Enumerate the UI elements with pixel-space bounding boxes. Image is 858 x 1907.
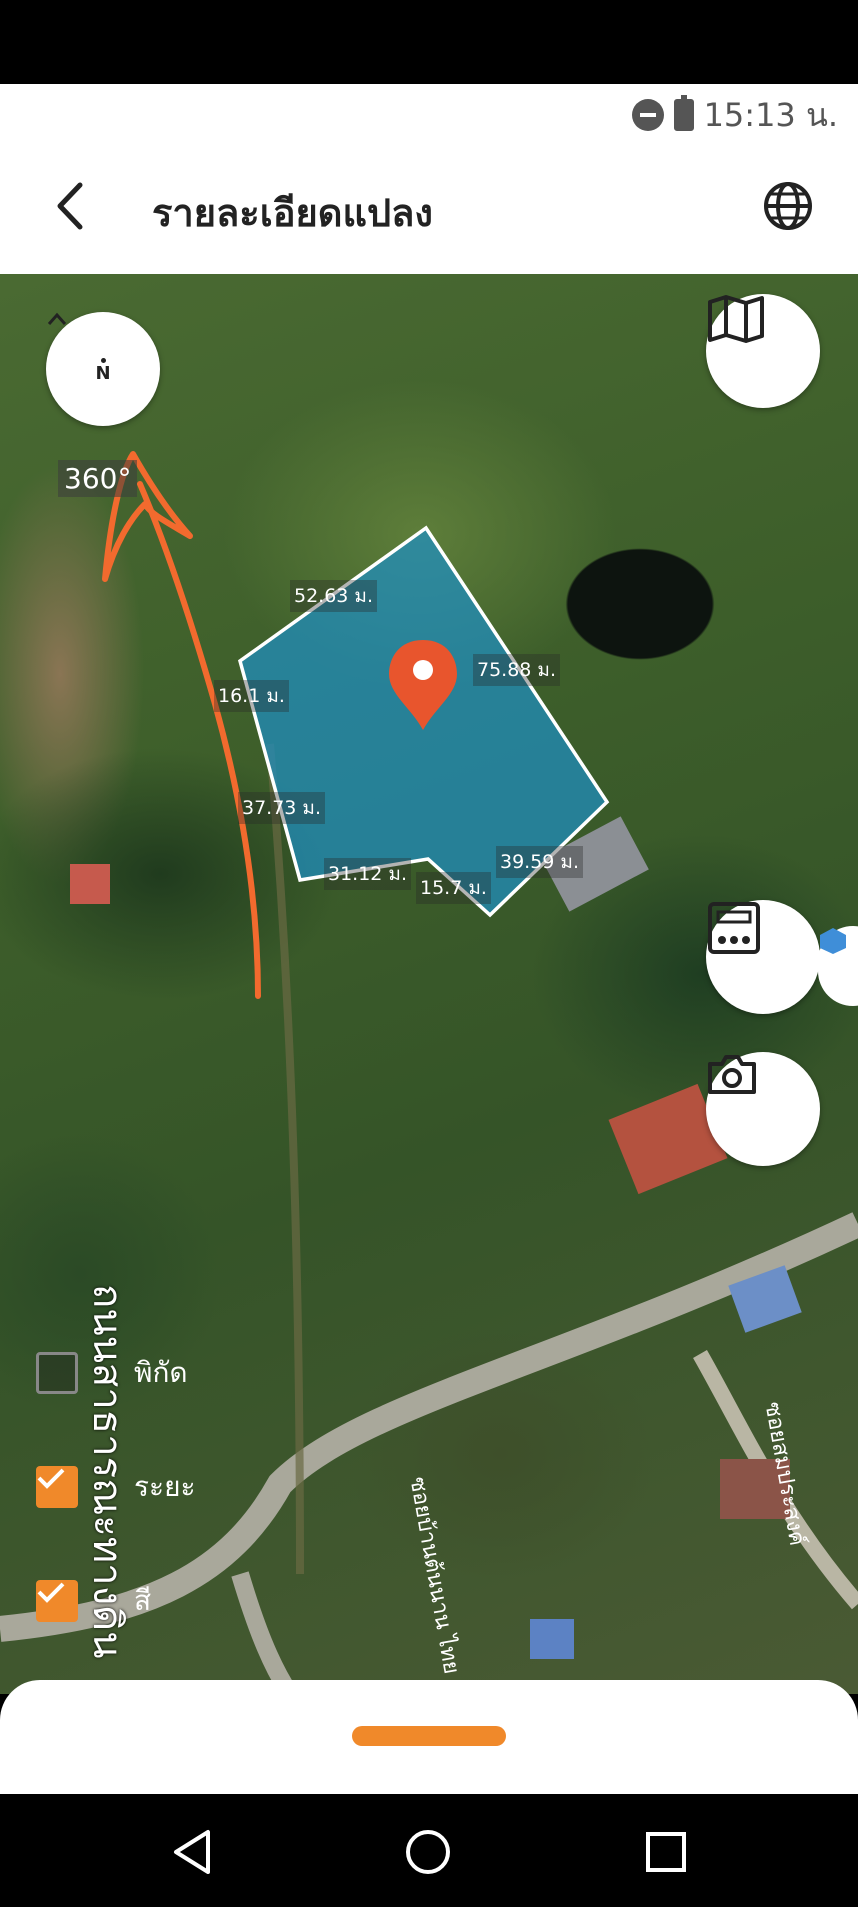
layer-toggle-color[interactable]: สี (36, 1580, 151, 1622)
app-header: รายละเอียดแปลง (0, 146, 858, 274)
toggle-label-color: สี (134, 1584, 152, 1617)
home-circle-icon (406, 1830, 450, 1874)
toggle-label-distance: ระยะ (134, 1470, 196, 1503)
nav-recents-button[interactable] (636, 1822, 696, 1882)
nav-back-button[interactable] (162, 1822, 222, 1882)
calculator-icon (708, 902, 760, 954)
camera-button[interactable] (706, 1052, 820, 1166)
map-type-button[interactable] (706, 294, 820, 408)
layer-toggle-distance[interactable]: ระยะ (36, 1466, 196, 1508)
checkbox-color[interactable] (36, 1580, 78, 1622)
road-label-main: ถนนสาธารณะทางดิน (84, 1284, 130, 1659)
toggle-label-coordinates: พิกัด (134, 1356, 188, 1389)
do-not-disturb-icon (631, 99, 664, 131)
map-icon (708, 295, 764, 343)
compass-dot (100, 357, 106, 363)
side-road-path (231, 1571, 298, 1694)
bottom-sheet[interactable] (0, 1680, 858, 1794)
compass-north-label: N (95, 362, 111, 384)
layer-toggle-coordinates[interactable]: พิกัด (36, 1352, 188, 1394)
plot-side-length: 15.7 ม. (416, 872, 491, 904)
checkbox-coordinates[interactable] (36, 1352, 78, 1394)
compass-button[interactable]: N (46, 312, 160, 426)
building-roof (530, 1619, 574, 1659)
building-roof (70, 864, 110, 904)
back-button[interactable] (40, 176, 100, 236)
nav-home-button[interactable] (398, 1822, 458, 1882)
recents-square-icon (646, 1832, 686, 1872)
checkbox-distance[interactable] (36, 1466, 78, 1508)
language-button[interactable] (758, 176, 818, 236)
annotation-arrow-line (137, 481, 261, 999)
compass-arrow-icon (47, 312, 67, 325)
check-icon (37, 1582, 65, 1603)
plot-side-length: 75.88 ม. (473, 654, 560, 686)
globe-icon (764, 182, 812, 230)
status-time: 15:13 น. (703, 95, 838, 134)
battery-charging-icon (673, 95, 694, 131)
heading-readout: 360° (58, 460, 138, 497)
status-bar: 15:13 น. (0, 84, 858, 146)
camera-icon (708, 1055, 756, 1094)
satellite-map[interactable]: 52.63 ม. 75.88 ม. 16.1 ม. 37.73 ม. 31.12… (0, 274, 858, 1694)
plot-side-length: 16.1 ม. (214, 680, 289, 712)
chevron-left-icon (57, 182, 83, 230)
cube-icon (820, 928, 846, 954)
plot-side-length: 52.63 ม. (290, 580, 377, 612)
plot-side-length: 39.59 ม. (496, 846, 583, 878)
plot-side-length: 37.73 ม. (238, 792, 325, 824)
bottom-sheet-handle[interactable] (352, 1726, 506, 1746)
check-icon (37, 1468, 65, 1489)
system-nav-bar (0, 1794, 858, 1907)
calculator-button[interactable] (706, 900, 820, 1014)
plot-side-length: 31.12 ม. (324, 858, 411, 890)
back-triangle-icon (174, 1830, 210, 1874)
top-black-bar (0, 0, 858, 84)
page-title: รายละเอียดแปลง (152, 191, 433, 235)
